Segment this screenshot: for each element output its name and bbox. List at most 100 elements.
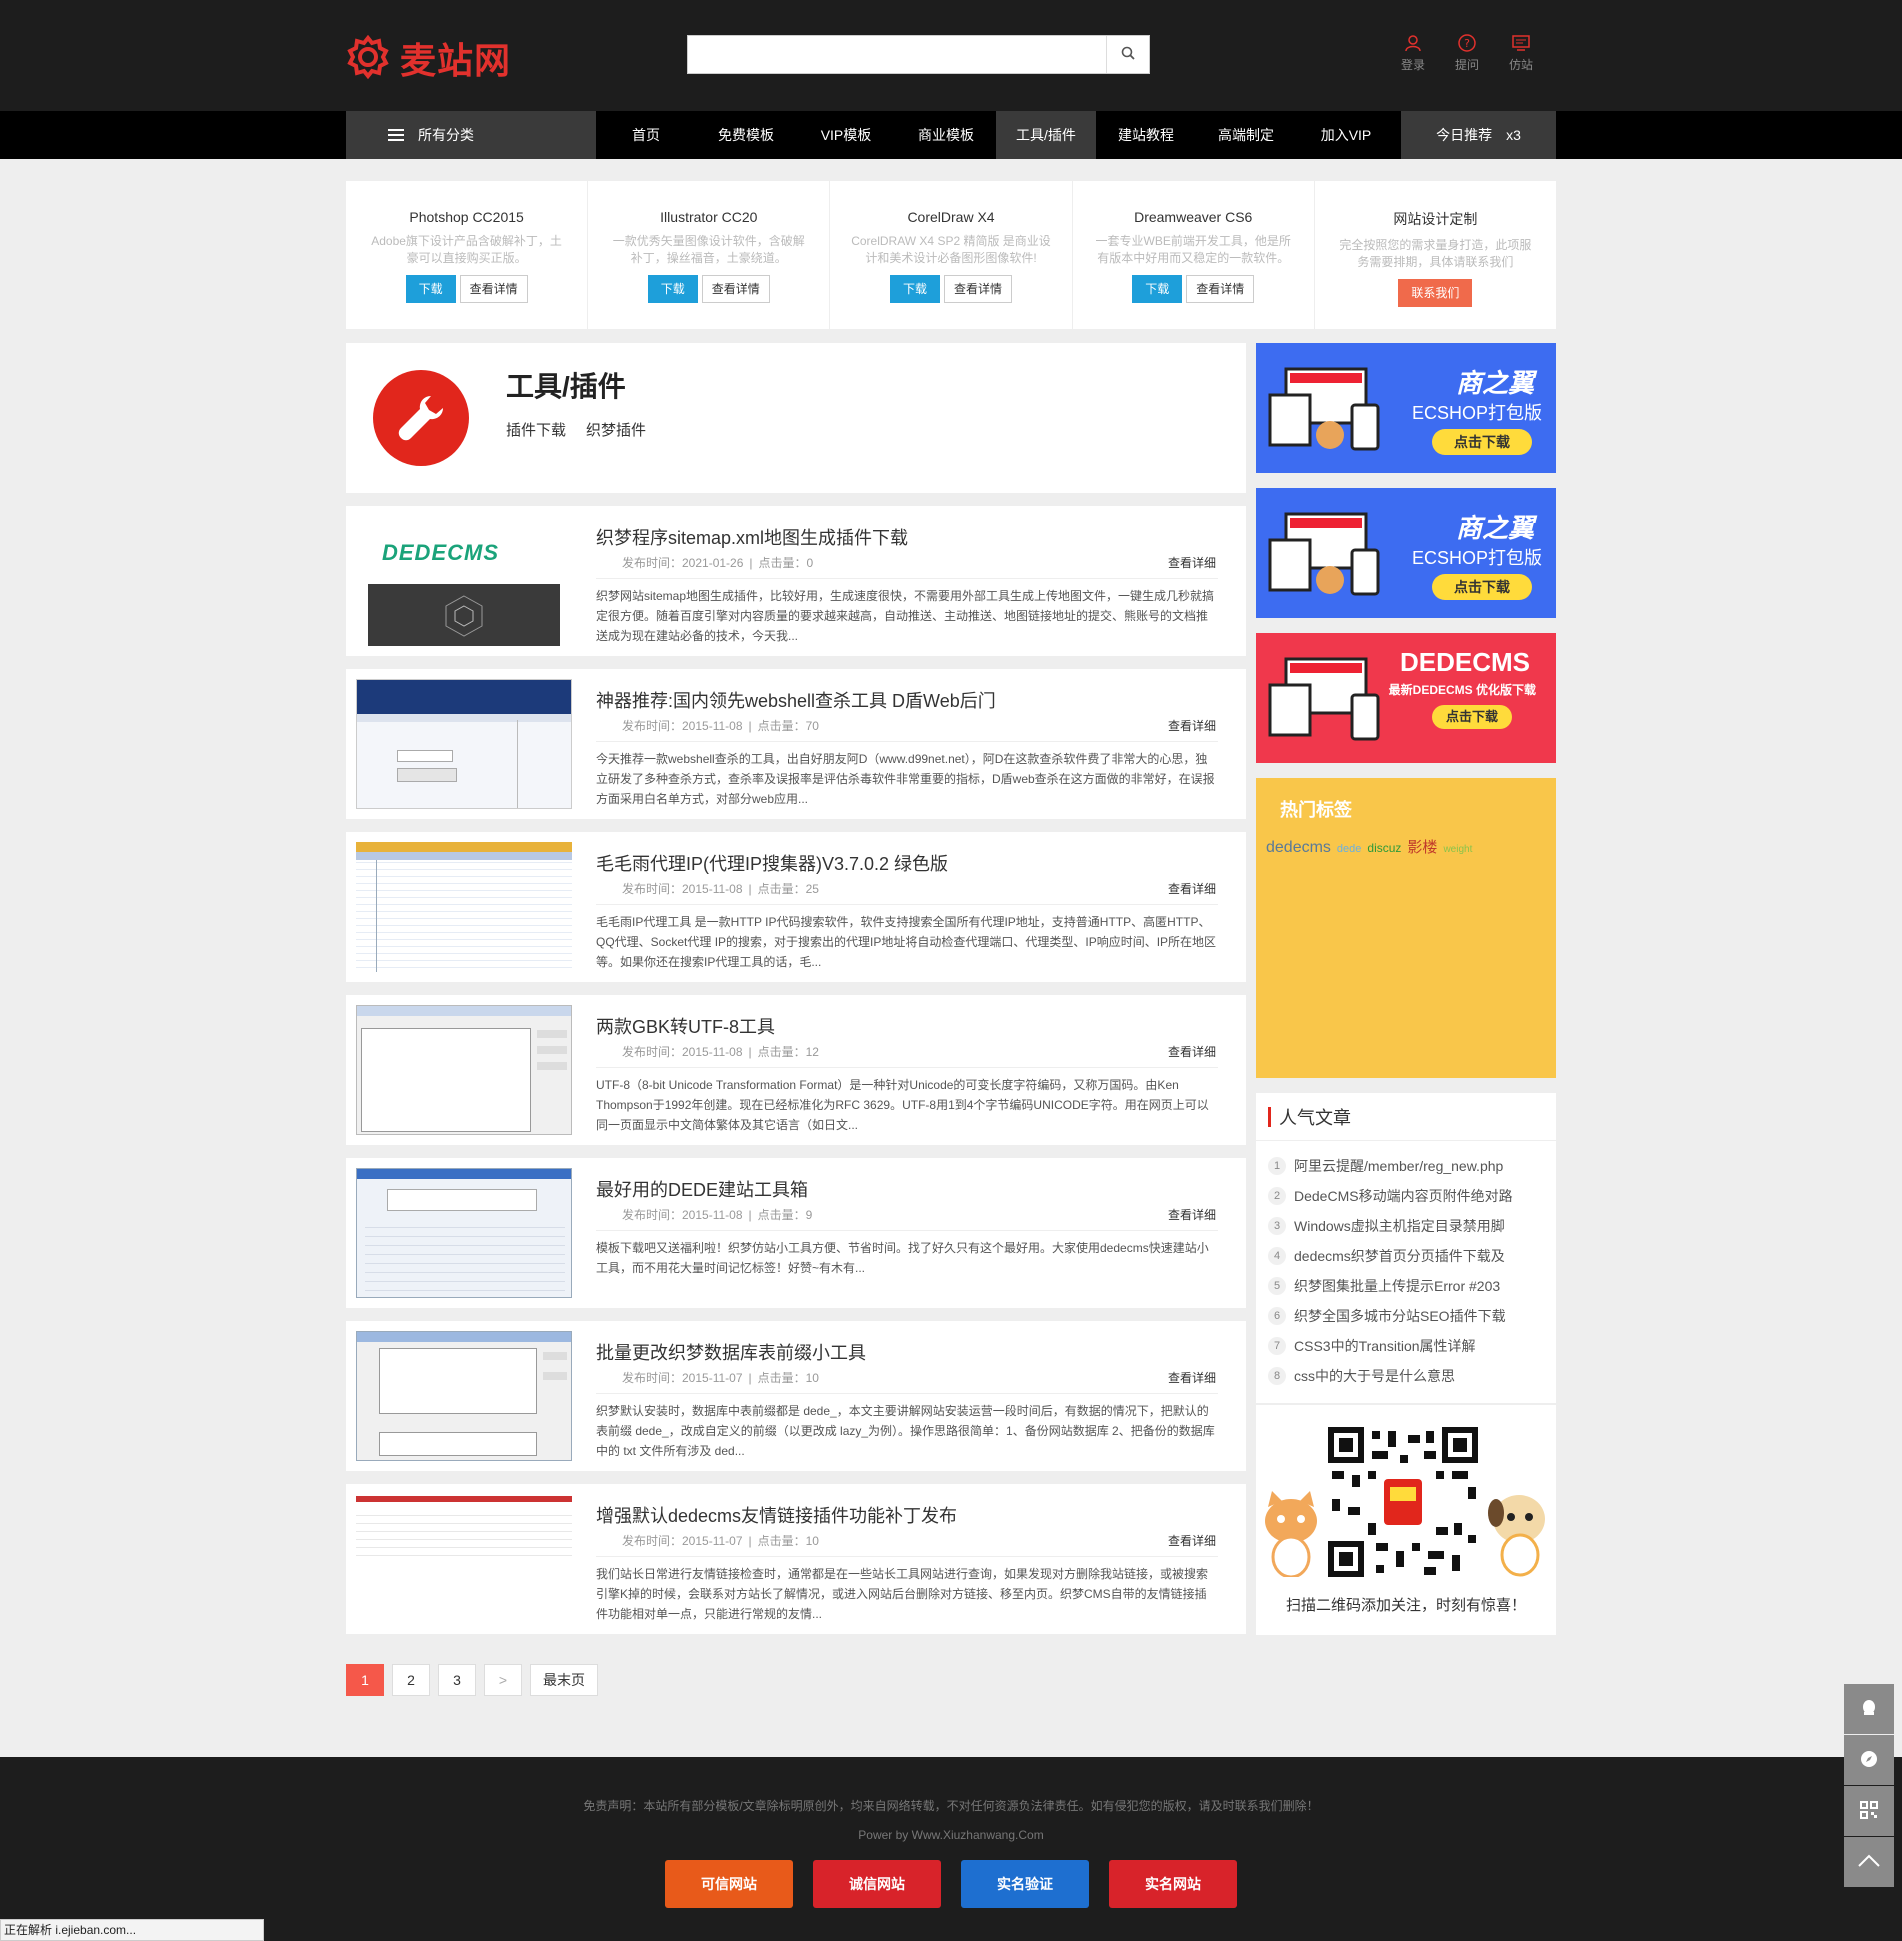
view-more-link[interactable]: 查看详细 bbox=[1168, 880, 1216, 897]
download-button[interactable]: 下载 bbox=[1132, 275, 1183, 303]
software-desc: 完全按照您的需求量身打造，此项服务需要排期，具体请联系我们 bbox=[1339, 238, 1532, 269]
clone-site-link[interactable]: 仿站 bbox=[1494, 33, 1548, 73]
back-to-top-button[interactable] bbox=[1844, 1837, 1894, 1887]
ad-download-button[interactable]: 点击下载 bbox=[1432, 574, 1532, 600]
category-tag-link[interactable]: 插件下载 bbox=[506, 419, 566, 440]
main-nav: 所有分类 首页 免费模板 VIP模板 商业模板 工具/插件 建站教程 高端制定 … bbox=[0, 111, 1902, 159]
integrity-site-badge[interactable]: 诚信网站 bbox=[813, 1860, 941, 1908]
popular-item[interactable]: 4 dedecms织梦首页分页插件下载及 bbox=[1268, 1241, 1544, 1271]
popular-item[interactable]: 8 css中的大于号是什么意思 bbox=[1268, 1361, 1544, 1391]
next-page-button[interactable]: > bbox=[484, 1664, 522, 1696]
popular-item[interactable]: 6 织梦全国多城市分站SEO插件下载 bbox=[1268, 1301, 1544, 1331]
software-card: Photshop CC2015 Adobe旗下设计产品含破解补丁，土豪可以直接购… bbox=[346, 181, 589, 329]
feedback-button[interactable] bbox=[1844, 1735, 1894, 1785]
article-title[interactable]: 神器推荐:国内领先webshell查杀工具 D盾Web后门 bbox=[596, 687, 996, 713]
header-actions: 登录 ? 提问 仿站 bbox=[1386, 33, 1548, 73]
search-button[interactable] bbox=[1106, 36, 1149, 73]
view-more-link[interactable]: 查看详细 bbox=[1168, 554, 1216, 571]
qr-small-icon bbox=[1859, 1800, 1879, 1823]
nav-item-tutorials[interactable]: 建站教程 bbox=[1096, 111, 1196, 159]
page-3-button[interactable]: 3 bbox=[438, 1664, 476, 1696]
tag-link[interactable]: weight bbox=[1443, 844, 1472, 855]
today-count: x3 bbox=[1506, 127, 1521, 143]
article-thumbnail[interactable] bbox=[356, 1494, 572, 1624]
view-detail-button[interactable]: 查看详情 bbox=[701, 275, 770, 303]
nav-item-custom[interactable]: 高端制定 bbox=[1196, 111, 1296, 159]
view-more-link[interactable]: 查看详细 bbox=[1168, 1369, 1216, 1386]
popular-item[interactable]: 5 织梦图集批量上传提示Error #203 bbox=[1268, 1271, 1544, 1301]
article-thumbnail[interactable] bbox=[356, 1168, 572, 1298]
qr-code-button[interactable] bbox=[1844, 1786, 1894, 1836]
view-detail-button[interactable]: 查看详情 bbox=[459, 275, 528, 303]
dedecms-ad-banner[interactable]: DEDECMS 最新DEDECMS 优化版下载 点击下载 bbox=[1256, 633, 1556, 763]
article-thumbnail[interactable] bbox=[356, 1005, 572, 1135]
view-detail-button[interactable]: 查看详情 bbox=[944, 275, 1012, 303]
site-logo[interactable]: 麦站网 bbox=[346, 32, 511, 84]
article-desc: 今天推荐一款webshell查杀的工具，出自好朋友阿D（www.d99net.n… bbox=[596, 752, 1215, 806]
tag-link[interactable]: dede bbox=[1337, 843, 1361, 855]
article-thumbnail[interactable] bbox=[356, 842, 572, 972]
page-1-button[interactable]: 1 bbox=[346, 1664, 384, 1696]
popular-item[interactable]: 3 Windows虚拟主机指定目录禁用脚 bbox=[1268, 1211, 1544, 1241]
article-title[interactable]: 增强默认dedecms友情链接插件功能补丁发布 bbox=[596, 1502, 957, 1528]
category-tag-link[interactable]: 织梦插件 bbox=[586, 419, 646, 440]
real-name-verify-badge[interactable]: 实名验证 bbox=[961, 1860, 1089, 1908]
question-link[interactable]: ? 提问 bbox=[1440, 33, 1494, 73]
view-more-link[interactable]: 查看详细 bbox=[1168, 1206, 1216, 1223]
sidebar: 商之翼 ECSHOP打包版 点击下载 商之翼 ECSHOP打包版 点击下载 DE… bbox=[1256, 343, 1556, 1696]
last-page-button[interactable]: 最末页 bbox=[530, 1664, 598, 1696]
popular-articles: 人气文章 1 阿里云提醒/member/reg_new.php 2 DedeCMS移… bbox=[1256, 1093, 1556, 1403]
ecshop-ad-banner[interactable]: 商之翼 ECSHOP打包版 点击下载 bbox=[1256, 343, 1556, 473]
popular-item[interactable]: 7 CSS3中的Transition属性详解 bbox=[1268, 1331, 1544, 1361]
download-button[interactable]: 下载 bbox=[405, 275, 456, 303]
nav-item-join-vip[interactable]: 加入VIP bbox=[1296, 111, 1396, 159]
qr-caption: 扫描二维码添加关注，时刻有惊喜！ bbox=[1285, 1597, 1526, 1614]
view-detail-button[interactable]: 查看详情 bbox=[1186, 275, 1255, 303]
today-recommend[interactable]: 今日推荐 x3 bbox=[1401, 111, 1556, 159]
article-title[interactable]: 织梦程序sitemap.xml地图生成插件下载 bbox=[596, 524, 908, 550]
nav-item-business-templates[interactable]: 商业模板 bbox=[896, 111, 996, 159]
contact-us-button[interactable]: 联系我们 bbox=[1398, 279, 1473, 307]
ad-download-button[interactable]: 点击下载 bbox=[1432, 429, 1532, 455]
ecshop-ad-banner[interactable]: 商之翼 ECSHOP打包版 点击下载 bbox=[1256, 488, 1556, 618]
page-2-button[interactable]: 2 bbox=[392, 1664, 430, 1696]
nav-item-home[interactable]: 首页 bbox=[596, 111, 696, 159]
view-more-link[interactable]: 查看详细 bbox=[1168, 717, 1216, 734]
ad-brand: 商之翼 bbox=[1455, 368, 1534, 398]
article-views: 点击量：10 bbox=[757, 1534, 819, 1548]
popular-item[interactable]: 1 阿里云提醒/member/reg_new.php bbox=[1268, 1151, 1544, 1181]
popular-item[interactable]: 2 DedeCMS移动端内容页附件绝对路 bbox=[1268, 1181, 1544, 1211]
ad-download-button[interactable]: 点击下载 bbox=[1432, 705, 1512, 729]
article-title[interactable]: 最好用的DEDE建站工具箱 bbox=[596, 1176, 808, 1202]
article-thumbnail[interactable] bbox=[356, 1331, 572, 1461]
nav-item-vip-templates[interactable]: VIP模板 bbox=[796, 111, 896, 159]
article-title[interactable]: 毛毛雨代理IP(代理IP搜集器)V3.7.0.2 绿色版 bbox=[596, 850, 948, 876]
software-desc: Adobe旗下设计产品含破解补丁，土豪可以直接购买正版。 bbox=[371, 234, 562, 265]
trusted-site-badge[interactable]: 可信网站 bbox=[665, 1860, 793, 1908]
chevron-right-icon: > bbox=[498, 1672, 508, 1688]
all-categories-menu[interactable]: 所有分类 bbox=[346, 111, 596, 159]
article-thumbnail[interactable]: DEDECMS bbox=[356, 516, 572, 646]
today-label: 今日推荐 bbox=[1436, 127, 1493, 143]
badge-label: 可信网站 bbox=[701, 1876, 757, 1892]
menu-icon bbox=[388, 129, 404, 141]
popular-item-title: Windows虚拟主机指定目录禁用脚 bbox=[1294, 1218, 1505, 1234]
article-title[interactable]: 两款GBK转UTF-8工具 bbox=[596, 1013, 775, 1039]
tag-link[interactable]: discuz bbox=[1367, 841, 1401, 855]
real-name-site-badge[interactable]: 实名网站 bbox=[1109, 1860, 1237, 1908]
tag-link[interactable]: 影楼 bbox=[1407, 836, 1437, 857]
qq-contact-button[interactable] bbox=[1844, 1684, 1894, 1734]
login-link[interactable]: 登录 bbox=[1386, 33, 1440, 73]
article-views: 点击量：10 bbox=[757, 1371, 819, 1385]
tag-link[interactable]: dedecms bbox=[1266, 839, 1331, 857]
download-button[interactable]: 下载 bbox=[647, 275, 698, 303]
view-more-link[interactable]: 查看详细 bbox=[1168, 1532, 1216, 1549]
article-date: 发布时间：2015-11-08 bbox=[622, 1208, 743, 1222]
nav-item-free-templates[interactable]: 免费模板 bbox=[696, 111, 796, 159]
nav-item-tools-plugins[interactable]: 工具/插件 bbox=[996, 111, 1096, 159]
download-button[interactable]: 下载 bbox=[890, 275, 940, 303]
article-title[interactable]: 批量更改织梦数据库表前缀小工具 bbox=[596, 1339, 866, 1365]
article-thumbnail[interactable] bbox=[356, 679, 572, 809]
view-more-link[interactable]: 查看详细 bbox=[1168, 1043, 1216, 1060]
search-input[interactable] bbox=[688, 36, 1108, 73]
